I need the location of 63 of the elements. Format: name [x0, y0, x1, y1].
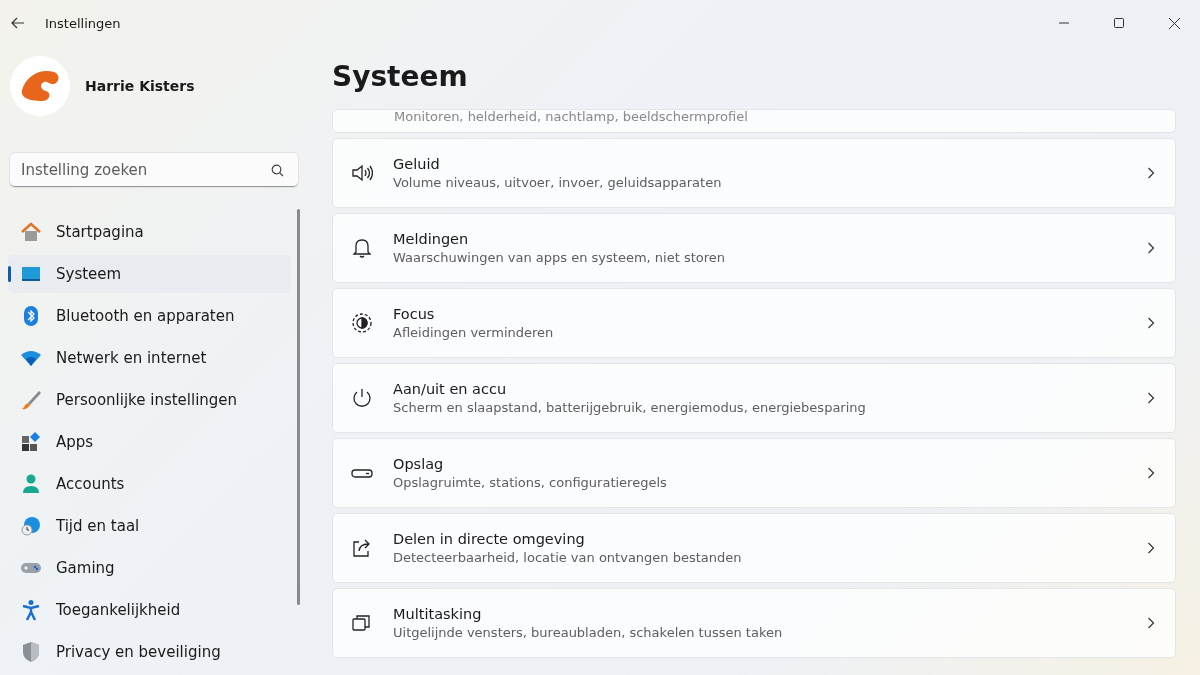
apps-icon: [20, 431, 42, 453]
profile-name: Harrie Kisters: [85, 78, 195, 94]
settings-card[interactable]: Delen in directe omgeving Detecteerbaarheid, locatie van ontvangen bestanden: [332, 513, 1176, 583]
chevron-right-icon: [1147, 392, 1155, 404]
chevron-right-icon: [1147, 242, 1155, 254]
bell-icon: [351, 237, 373, 259]
globe-clock-icon: [20, 515, 42, 537]
window-title: Instellingen: [45, 15, 121, 31]
sidebar-item[interactable]: Apps: [8, 423, 291, 461]
chevron-right-icon: [1147, 167, 1155, 179]
sidebar-item[interactable]: Startpagina: [8, 213, 291, 251]
chevron-right-icon: [1147, 542, 1155, 554]
settings-card[interactable]: Opslag Opslagruimte, stations, configuratieregels: [332, 438, 1176, 508]
card-subtitle: Waarschuwingen van apps en systeem, niet storen: [393, 250, 727, 265]
speaker-icon: [351, 162, 373, 184]
card-title: Focus: [393, 306, 436, 322]
sidebar-item[interactable]: Persoonlijke instellingen: [8, 381, 291, 419]
card-subtitle: Monitoren, helderheid, nachtlamp, beeldschermprofiel: [394, 110, 748, 124]
chevron-right-icon: [1147, 317, 1155, 329]
sidebar-item[interactable]: Toegankelijkheid: [8, 591, 291, 629]
card-title: Opslag: [393, 456, 445, 472]
card-subtitle: Detecteerbaarheid, locatie van ontvangen bestanden: [393, 550, 743, 565]
card-subtitle: Afleidingen verminderen: [393, 325, 555, 340]
card-subtitle: Uitgelijnde vensters, bureaubladen, schakelen tussen taken: [393, 625, 784, 640]
sidebar-item[interactable]: Privacy en beveiliging: [8, 633, 291, 671]
sidebar-item[interactable]: Netwerk en internet: [8, 339, 291, 377]
card-subtitle: Scherm en slaapstand, batterijgebruik, energiemodus, energiebesparing: [393, 400, 867, 415]
sidebar-item[interactable]: Accounts: [8, 465, 291, 503]
card-title: Multitasking: [393, 606, 483, 622]
settings-card[interactable]: Focus Afleidingen verminderen: [332, 288, 1176, 358]
sidebar-item[interactable]: Gaming: [8, 549, 291, 587]
house-icon: [20, 221, 42, 243]
shield-icon: [20, 641, 42, 663]
accessibility-icon: [20, 599, 42, 621]
card-subtitle: Volume niveaus, uitvoer, invoer, geluidsapparaten: [393, 175, 723, 190]
search-field[interactable]: Instelling zoeken: [10, 153, 298, 187]
chevron-right-icon: [1147, 617, 1155, 629]
settings-card[interactable]: Monitoren, helderheid, nachtlamp, beeldschermprofiel: [332, 109, 1176, 133]
page-title: Systeem: [332, 59, 469, 95]
power-icon: [351, 387, 373, 409]
close-icon[interactable]: [1169, 17, 1180, 29]
scrollbar[interactable]: [297, 209, 300, 605]
sidebar-item[interactable]: Bluetooth en apparaten: [8, 297, 291, 335]
card-subtitle: Opslagruimte, stations, configuratieregels: [393, 475, 668, 490]
chevron-right-icon: [1147, 467, 1155, 479]
focus-icon: [351, 312, 373, 334]
sidebar-item[interactable]: Systeem: [8, 255, 291, 293]
back-arrow-icon[interactable]: [11, 17, 25, 29]
profile-avatar: [10, 56, 70, 116]
maximize-icon[interactable]: [1114, 18, 1124, 28]
search-icon: [271, 164, 284, 177]
card-title: Geluid: [393, 156, 441, 172]
person-icon: [20, 473, 42, 495]
sidebar-item[interactable]: Tijd en taal: [8, 507, 291, 545]
windows-icon: [351, 612, 373, 634]
settings-card[interactable]: Multitasking Uitgelijnde vensters, bureaubladen, schakelen tussen taken: [332, 588, 1176, 658]
settings-card[interactable]: Geluid Volume niveaus, uitvoer, invoer, geluidsapparaten: [332, 138, 1176, 208]
card-title: Aan/uit en accu: [393, 381, 508, 397]
card-title: Delen in directe omgeving: [393, 531, 586, 547]
settings-card[interactable]: Meldingen Waarschuwingen van apps en systeem, niet storen: [332, 213, 1176, 283]
card-title: Meldingen: [393, 231, 470, 247]
brush-icon: [20, 389, 42, 411]
settings-card[interactable]: Aan/uit en accu Scherm en slaapstand, batterijgebruik, energiemodus, energiebesparing: [332, 363, 1176, 433]
